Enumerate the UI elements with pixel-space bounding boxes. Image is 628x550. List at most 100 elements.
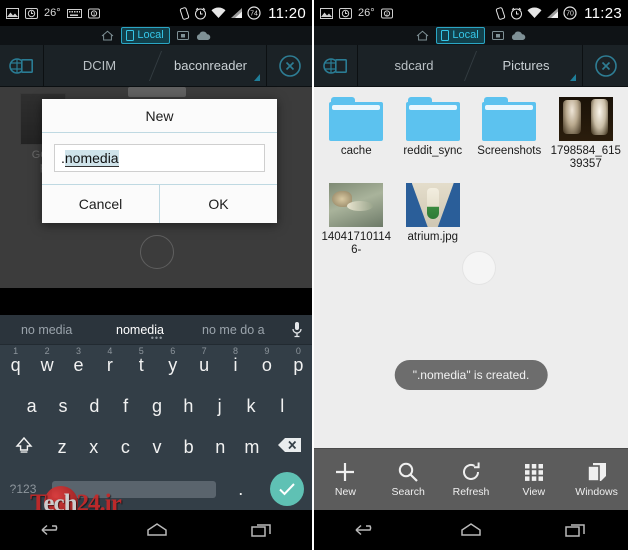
key-t[interactable]: 5t xyxy=(126,346,157,376)
breadcrumb-item-0[interactable]: DCIM xyxy=(44,45,155,86)
key-d[interactable]: d xyxy=(79,396,110,417)
toolbar-search-button[interactable]: Search xyxy=(377,461,440,498)
home-icon[interactable] xyxy=(416,30,429,41)
home-icon[interactable] xyxy=(451,516,491,544)
key-y-label: y xyxy=(168,355,178,375)
suggestion-1[interactable]: nomedia xyxy=(93,323,186,337)
suggestion-2[interactable]: no me do a xyxy=(187,323,280,337)
key-s[interactable]: s xyxy=(47,396,78,417)
tab-local[interactable]: Local xyxy=(121,27,170,44)
cancel-button[interactable]: Cancel xyxy=(42,185,160,223)
key-i[interactable]: 8i xyxy=(220,346,251,376)
breadcrumb-item-1[interactable]: Pictures xyxy=(470,45,582,86)
microphone-icon[interactable] xyxy=(280,321,312,338)
toolbar-windows-label: Windows xyxy=(575,486,618,498)
file-item-reddit-sync[interactable]: reddit_sync xyxy=(395,95,472,171)
panel-toggle-icon[interactable] xyxy=(314,45,358,86)
filename-input[interactable]: . nomedia xyxy=(54,144,265,172)
svg-text:74: 74 xyxy=(250,11,258,18)
search-icon xyxy=(397,461,419,483)
file-item-image-1[interactable]: 1798584_61539357 xyxy=(548,95,625,171)
key-c[interactable]: c xyxy=(110,437,142,458)
symbols-key[interactable]: ?123 xyxy=(0,482,46,496)
back-icon[interactable] xyxy=(32,516,72,544)
key-w[interactable]: 2w xyxy=(31,346,62,376)
floating-action-button[interactable] xyxy=(462,251,496,285)
backspace-icon[interactable] xyxy=(268,436,312,459)
key-g[interactable]: g xyxy=(141,396,172,417)
toolbar-view-button[interactable]: View xyxy=(502,461,565,498)
recents-icon[interactable] xyxy=(556,516,596,544)
key-l[interactable]: l xyxy=(267,396,298,417)
key-a[interactable]: a xyxy=(16,396,47,417)
toolbar-refresh-button[interactable]: Refresh xyxy=(440,461,503,498)
key-o[interactable]: 9o xyxy=(251,346,282,376)
folder-icon xyxy=(328,95,384,141)
status-bar-right-icons: 70 11:23 xyxy=(495,5,622,22)
recents-icon[interactable] xyxy=(242,516,282,544)
key-w-number: 2 xyxy=(44,346,50,356)
key-z[interactable]: z xyxy=(46,437,78,458)
toolbar-refresh-label: Refresh xyxy=(452,486,490,498)
home-icon[interactable] xyxy=(137,516,177,544)
key-x[interactable]: x xyxy=(78,437,110,458)
file-item-cache[interactable]: cache xyxy=(318,95,395,171)
key-p-number: 0 xyxy=(295,346,301,356)
home-icon[interactable] xyxy=(101,30,114,41)
file-item-atrium[interactable]: atrium.jpg xyxy=(395,181,472,257)
key-e[interactable]: 3e xyxy=(63,346,94,376)
key-o-number: 9 xyxy=(264,346,270,356)
key-p[interactable]: 0p xyxy=(283,346,312,376)
close-icon[interactable] xyxy=(266,45,312,86)
key-r-number: 4 xyxy=(107,346,113,356)
period-key[interactable]: . xyxy=(222,479,260,500)
key-p-label: p xyxy=(293,355,304,375)
key-m[interactable]: m xyxy=(236,437,268,458)
key-w-label: w xyxy=(40,355,54,375)
lan-icon[interactable] xyxy=(176,30,189,41)
enter-key[interactable] xyxy=(260,472,312,506)
breadcrumb-item-0-label: sdcard xyxy=(394,58,434,73)
gallery-icon xyxy=(6,7,19,19)
breadcrumb-caret-icon xyxy=(570,74,576,81)
ok-button[interactable]: OK xyxy=(160,185,277,223)
file-item-image-2[interactable]: 140417101146- xyxy=(318,181,395,257)
cloud-icon[interactable] xyxy=(196,30,211,41)
breadcrumb: sdcard Pictures xyxy=(314,45,628,87)
key-y[interactable]: 6y xyxy=(157,346,188,376)
key-j[interactable]: j xyxy=(204,396,235,417)
file-item-label: cache xyxy=(340,145,372,157)
storage-tabstrip: Local xyxy=(0,26,312,45)
key-h[interactable]: h xyxy=(173,396,204,417)
suggestion-0[interactable]: no media xyxy=(0,323,93,337)
shift-icon[interactable] xyxy=(2,435,46,460)
key-e-number: 3 xyxy=(75,346,81,356)
refresh-icon xyxy=(460,461,482,483)
key-i-number: 8 xyxy=(233,346,239,356)
wifi-icon xyxy=(211,7,226,19)
key-q[interactable]: 1q xyxy=(0,346,31,376)
spacebar-surface xyxy=(52,480,216,498)
space-key[interactable] xyxy=(46,480,222,498)
cloud-icon[interactable] xyxy=(511,30,526,41)
breadcrumb-item-0[interactable]: sdcard xyxy=(358,45,470,86)
toolbar-new-button[interactable]: New xyxy=(314,461,377,498)
toolbar-windows-button[interactable]: Windows xyxy=(565,461,628,498)
lan-icon[interactable] xyxy=(491,30,504,41)
key-b[interactable]: b xyxy=(173,437,205,458)
key-u[interactable]: 7u xyxy=(188,346,219,376)
back-icon[interactable] xyxy=(346,516,386,544)
key-n[interactable]: n xyxy=(204,437,236,458)
floating-action-button[interactable] xyxy=(140,235,174,269)
key-k[interactable]: k xyxy=(235,396,266,417)
file-item-screenshots[interactable]: Screenshots xyxy=(471,95,548,171)
suggestion-expand-icon[interactable]: ••• xyxy=(151,333,163,343)
close-icon[interactable] xyxy=(582,45,628,86)
breadcrumb: DCIM baconreader xyxy=(0,45,312,87)
panel-toggle-icon[interactable] xyxy=(0,45,44,86)
key-f[interactable]: f xyxy=(110,396,141,417)
key-r[interactable]: 4r xyxy=(94,346,125,376)
breadcrumb-item-1[interactable]: baconreader xyxy=(155,45,266,86)
key-v[interactable]: v xyxy=(141,437,173,458)
tab-local[interactable]: Local xyxy=(436,27,485,44)
